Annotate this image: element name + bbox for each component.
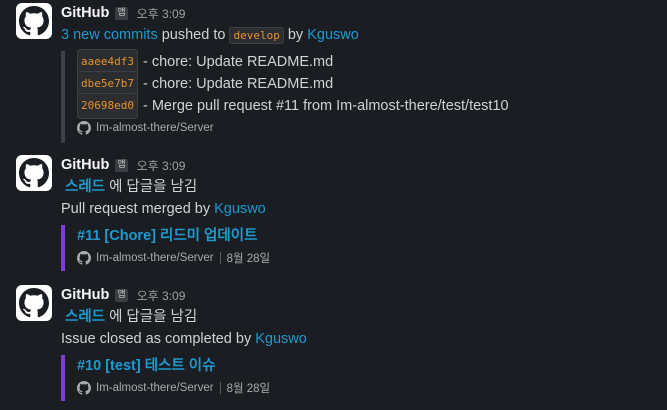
pushed-to-text: pushed to [161, 27, 226, 43]
sender-name[interactable]: GitHub [61, 287, 109, 303]
event-text: Pull request merged by [61, 201, 211, 217]
message-push: GitHub 앱 오후 3:09 3 new commits pushed to… [0, 3, 667, 148]
attachment-title-link[interactable]: #11 [Chore] 리드미 업데이트 [77, 225, 270, 247]
github-avatar[interactable] [16, 3, 52, 39]
commits-attachment: aaee4df3 - chore: Update README.md dbe5e… [61, 49, 509, 143]
timestamp[interactable]: 오후 3:09 [137, 157, 186, 174]
thread-link[interactable]: 스레드 [65, 309, 105, 325]
github-avatar[interactable] [16, 155, 52, 191]
sender-name[interactable]: GitHub [61, 5, 109, 21]
author-link[interactable]: Kguswo [214, 201, 266, 217]
issue-attachment: #10 [test] 테스트 이슈 Im-almost-there/Server… [61, 355, 270, 401]
commit-row: aaee4df3 - chore: Update README.md [77, 49, 509, 75]
message-header: GitHub 앱 오후 3:09 [61, 155, 659, 175]
thread-link[interactable]: 스레드 [65, 179, 105, 195]
timestamp[interactable]: 오후 3:09 [137, 287, 186, 304]
github-avatar[interactable] [16, 285, 52, 321]
attachment-footer: Im-almost-there/Server [77, 119, 509, 137]
push-summary: 3 new commits pushed to develop by Kgusw… [61, 24, 659, 46]
repo-name: Im-almost-there/Server [96, 382, 214, 394]
app-badge: 앱 [115, 288, 128, 302]
commit-message: - chore: Update README.md [142, 76, 334, 92]
commit-row: 20698ed0 - Merge pull request #11 from I… [77, 93, 509, 119]
commits-link[interactable]: 3 new commits [61, 27, 158, 43]
thread-reply-text: 에 답글을 남김 [109, 179, 198, 195]
thread-reply-line: 스레드 에 답글을 남김 [61, 306, 659, 328]
commit-message: - Merge pull request #11 from Im-almost-… [142, 98, 509, 114]
footer-separator [219, 252, 221, 264]
github-octocat-icon [19, 288, 49, 318]
event-line: Issue closed as completed by Kguswo [61, 328, 659, 350]
github-icon [77, 121, 91, 135]
footer-separator [219, 382, 221, 394]
thread-reply-text: 에 답글을 남김 [109, 309, 198, 325]
event-text: Issue closed as completed by [61, 331, 252, 347]
message-header: GitHub 앱 오후 3:09 [61, 285, 659, 305]
attachment-date: 8월 28일 [226, 383, 271, 395]
commit-message: - chore: Update README.md [142, 54, 334, 70]
message-header: GitHub 앱 오후 3:09 [61, 3, 659, 23]
message-pr-merged: GitHub 앱 오후 3:09 스레드 에 답글을 남김 Pull reque… [0, 155, 667, 275]
github-icon [77, 381, 91, 395]
github-octocat-icon [19, 158, 49, 188]
by-text: by [287, 27, 304, 43]
author-link[interactable]: Kguswo [307, 27, 359, 43]
message-body: GitHub 앱 오후 3:09 스레드 에 답글을 남김 Pull reque… [61, 155, 659, 271]
author-link[interactable]: Kguswo [255, 331, 307, 347]
github-icon [77, 251, 91, 265]
attachment-date: 8월 28일 [226, 253, 271, 265]
message-body: GitHub 앱 오후 3:09 3 new commits pushed to… [61, 3, 659, 143]
attachment-footer: Im-almost-there/Server 8월 28일 [77, 249, 270, 267]
pr-attachment: #11 [Chore] 리드미 업데이트 Im-almost-there/Ser… [61, 225, 270, 271]
timestamp[interactable]: 오후 3:09 [137, 5, 186, 22]
message-issue-closed: GitHub 앱 오후 3:09 스레드 에 답글을 남김 Issue clos… [0, 285, 667, 405]
thread-reply-line: 스레드 에 답글을 남김 [61, 176, 659, 198]
event-line: Pull request merged by Kguswo [61, 198, 659, 220]
repo-name: Im-almost-there/Server [96, 252, 214, 264]
attachment-footer: Im-almost-there/Server 8월 28일 [77, 379, 270, 397]
app-badge: 앱 [115, 6, 128, 20]
repo-name: Im-almost-there/Server [96, 122, 214, 134]
sender-name[interactable]: GitHub [61, 157, 109, 173]
branch-name: develop [229, 27, 284, 44]
message-body: GitHub 앱 오후 3:09 스레드 에 답글을 남김 Issue clos… [61, 285, 659, 401]
attachment-title-link[interactable]: #10 [test] 테스트 이슈 [77, 355, 270, 377]
app-badge: 앱 [115, 158, 128, 172]
commit-row: dbe5e7b7 - chore: Update README.md [77, 71, 509, 97]
commit-hash-link[interactable]: 20698ed0 [77, 93, 138, 119]
github-octocat-icon [19, 6, 49, 36]
